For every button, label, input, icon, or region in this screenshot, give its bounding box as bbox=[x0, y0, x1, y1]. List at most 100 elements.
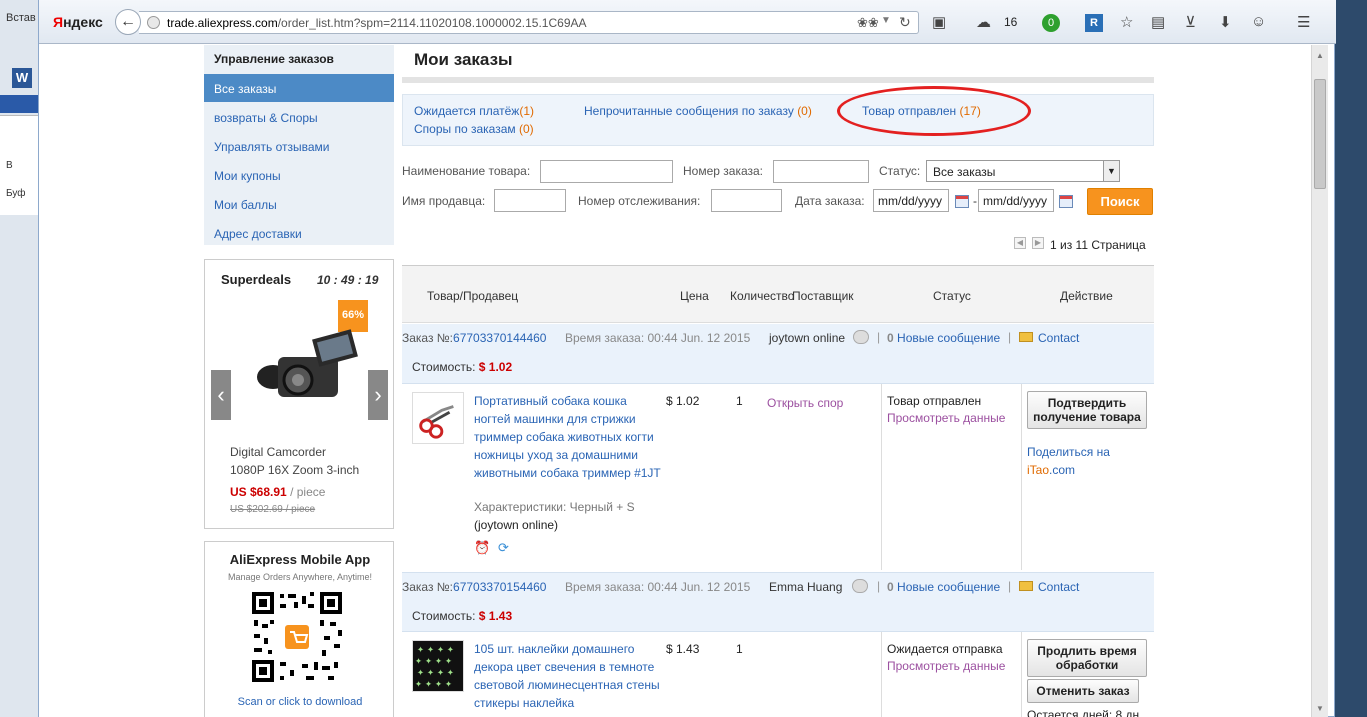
refresh-icon[interactable]: ⟳ bbox=[498, 540, 509, 556]
url-dropdown-icon[interactable]: ▼ bbox=[881, 15, 891, 26]
alarm-clock-icon[interactable]: ⏰ bbox=[474, 540, 490, 556]
deal-product-name-1[interactable]: Digital Camcorder bbox=[230, 445, 326, 459]
filter-disputes[interactable]: Споры по заказам (0) bbox=[414, 122, 534, 136]
mail-badge[interactable]: 0 bbox=[1042, 14, 1060, 32]
view-details-link[interactable]: Просмотреть данные bbox=[887, 411, 1005, 425]
carousel-prev-button[interactable]: ‹ bbox=[211, 370, 231, 420]
svg-text:✦ ✦ ✦ ✦: ✦ ✦ ✦ ✦ bbox=[417, 646, 454, 656]
order-seller[interactable]: Emma Huang bbox=[769, 580, 842, 594]
order-body: ✦ ✦ ✦ ✦ ✦ ✦ ✦ ✦ ✦ ✦ ✦ ✦ ✦ ✦ ✦ ✦ 105 шт. … bbox=[402, 632, 1154, 717]
address-bar[interactable]: trade.aliexpress.com/order_list.htm?spm=… bbox=[139, 11, 919, 34]
sidebar-item-coupons[interactable]: Мои купоны bbox=[204, 161, 394, 189]
camcorder-image[interactable] bbox=[253, 322, 363, 412]
date-to-input[interactable]: mm/dd/yyyy bbox=[978, 189, 1054, 212]
cancel-order-button[interactable]: Отменить заказ bbox=[1027, 679, 1139, 703]
superdeals-timer: 10 : 49 : 19 bbox=[317, 273, 379, 287]
order-number[interactable]: Заказ №:67703370154460 bbox=[402, 580, 546, 594]
order-seller[interactable]: joytown online bbox=[769, 331, 845, 345]
status-select[interactable]: Все заказы ▼ bbox=[926, 160, 1120, 182]
sidebar-item-all-orders[interactable]: Все заказы bbox=[204, 74, 394, 102]
star-icon[interactable]: ☆ bbox=[1120, 13, 1133, 31]
mobile-app-title: AliExpress Mobile App bbox=[229, 552, 371, 567]
carousel-next-button[interactable]: › bbox=[368, 370, 388, 420]
sidebar-item-feedback[interactable]: Управлять отзывами bbox=[204, 132, 394, 160]
date-separator: - bbox=[973, 194, 977, 208]
divider: | bbox=[1008, 579, 1012, 593]
reading-list-icon[interactable]: ▤ bbox=[1151, 13, 1165, 31]
filter-awaiting-payment[interactable]: Ожидается платёж(1) bbox=[414, 104, 534, 118]
sidebar-item-returns-disputes[interactable]: возвраты & Споры bbox=[204, 103, 394, 131]
back-button[interactable]: ← bbox=[115, 9, 141, 35]
open-dispute-link[interactable]: Открыть спор bbox=[767, 396, 843, 410]
deal-product-name-2[interactable]: 1080P 16X Zoom 3-inch bbox=[230, 463, 359, 477]
sidebar-item-points[interactable]: Мои баллы bbox=[204, 190, 394, 218]
download-icon[interactable]: ⬇ bbox=[1219, 13, 1232, 31]
contact-link[interactable]: Contact bbox=[1038, 580, 1079, 594]
weather-temperature[interactable]: 16 bbox=[1004, 15, 1017, 29]
sidebar-item-address[interactable]: Адрес доставки bbox=[204, 219, 394, 247]
page-content: Управление заказов Все заказы возвраты &… bbox=[39, 45, 1311, 717]
order-filters: Ожидается платёж(1) Непрочитанные сообще… bbox=[402, 94, 1154, 146]
product-name-link[interactable]: Портативный собака кошка ногтей машинки … bbox=[474, 392, 664, 482]
contact-link[interactable]: Contact bbox=[1038, 331, 1079, 345]
chat-icon[interactable] bbox=[852, 579, 868, 593]
confirm-receipt-button[interactable]: Подтвердить получение товара bbox=[1027, 391, 1147, 429]
weather-icon[interactable]: ☁ bbox=[976, 13, 991, 31]
chat-icon[interactable] bbox=[853, 330, 869, 344]
sidebar-header: Управление заказов bbox=[214, 52, 334, 66]
search-button[interactable]: Поиск bbox=[1087, 188, 1153, 215]
order-number-input[interactable] bbox=[773, 160, 869, 183]
svg-text:✦ ✦ ✦ ✦: ✦ ✦ ✦ ✦ bbox=[415, 680, 452, 690]
new-messages-link[interactable]: 0 Новые сообщение bbox=[887, 331, 1000, 345]
order-header: Заказ №:67703370154460 Время заказа: 00:… bbox=[402, 572, 1154, 632]
deal-price: US $68.91 / piece bbox=[230, 485, 326, 499]
order-number[interactable]: Заказ №:67703370144460 bbox=[402, 331, 546, 345]
product-characteristics: Характеристики: Черный + S bbox=[474, 500, 635, 514]
page-title: Мои заказы bbox=[414, 50, 513, 69]
col-product: Товар/Продавец bbox=[427, 289, 519, 303]
scrollbar-thumb[interactable] bbox=[1314, 79, 1326, 189]
scroll-down-icon[interactable]: ▼ bbox=[1316, 704, 1324, 713]
view-details-link[interactable]: Просмотреть данные bbox=[887, 659, 1005, 673]
mail-icon[interactable] bbox=[1019, 332, 1033, 342]
share-link[interactable]: Поделиться на iTao.com bbox=[1027, 443, 1110, 479]
calendar-to-icon[interactable] bbox=[1059, 195, 1073, 208]
pocket-icon[interactable]: ⊻ bbox=[1185, 13, 1196, 31]
seller-name-input[interactable] bbox=[494, 189, 566, 212]
filter-unread-messages[interactable]: Непрочитанные сообщения по заказу (0) bbox=[584, 104, 812, 118]
extend-processing-button[interactable]: Продлить время обработки bbox=[1027, 639, 1147, 677]
vertical-scrollbar[interactable]: ▲ ▼ bbox=[1311, 45, 1328, 717]
desktop-background bbox=[1334, 0, 1367, 717]
word-icon: W bbox=[12, 68, 32, 88]
page-next-button[interactable]: ▶ bbox=[1032, 237, 1044, 249]
url-text[interactable]: trade.aliexpress.com/order_list.htm?spm=… bbox=[167, 16, 587, 30]
item-price: $ 1.02 bbox=[666, 394, 700, 408]
new-messages-link[interactable]: 0 Новые сообщение bbox=[887, 580, 1000, 594]
product-name-input[interactable] bbox=[540, 160, 673, 183]
product-name-link[interactable]: 105 шт. наклейки домашнего декора цвет с… bbox=[474, 640, 664, 712]
superdeals-title: Superdeals bbox=[221, 272, 292, 287]
tracking-input[interactable] bbox=[711, 189, 782, 212]
calendar-from-icon[interactable] bbox=[955, 195, 969, 208]
divider: | bbox=[1008, 330, 1012, 344]
yandex-logo[interactable]: Яндекс bbox=[53, 14, 103, 30]
date-from-input[interactable]: mm/dd/yyyy bbox=[873, 189, 949, 212]
product-name-label: Наименование товара: bbox=[402, 164, 531, 178]
extension-icon[interactable]: R bbox=[1085, 14, 1103, 32]
product-thumbnail[interactable]: ✦ ✦ ✦ ✦ ✦ ✦ ✦ ✦ ✦ ✦ ✦ ✦ ✦ ✦ ✦ ✦ bbox=[412, 640, 464, 692]
qr-code[interactable] bbox=[250, 590, 344, 684]
smiley-icon[interactable]: ☺ bbox=[1251, 13, 1266, 30]
screenshot-icon[interactable]: ▣ bbox=[932, 13, 946, 31]
svg-text:✦ ✦ ✦ ✦: ✦ ✦ ✦ ✦ bbox=[415, 657, 452, 667]
reload-icon[interactable]: ↻ bbox=[899, 14, 911, 31]
mobile-app-download-link[interactable]: Scan or click to download bbox=[205, 696, 395, 708]
reader-glasses-icon[interactable]: ❀❀ bbox=[857, 15, 879, 31]
highlight-circle-annotation bbox=[837, 86, 1031, 136]
mail-icon[interactable] bbox=[1019, 581, 1033, 591]
scroll-up-icon[interactable]: ▲ bbox=[1316, 51, 1324, 60]
seller-name-label: Имя продавца: bbox=[402, 194, 486, 208]
menu-icon[interactable]: ☰ bbox=[1297, 13, 1310, 31]
product-thumbnail[interactable] bbox=[412, 392, 464, 444]
page-prev-button[interactable]: ◀ bbox=[1014, 237, 1026, 249]
brand-rest: ндекс bbox=[63, 14, 103, 30]
